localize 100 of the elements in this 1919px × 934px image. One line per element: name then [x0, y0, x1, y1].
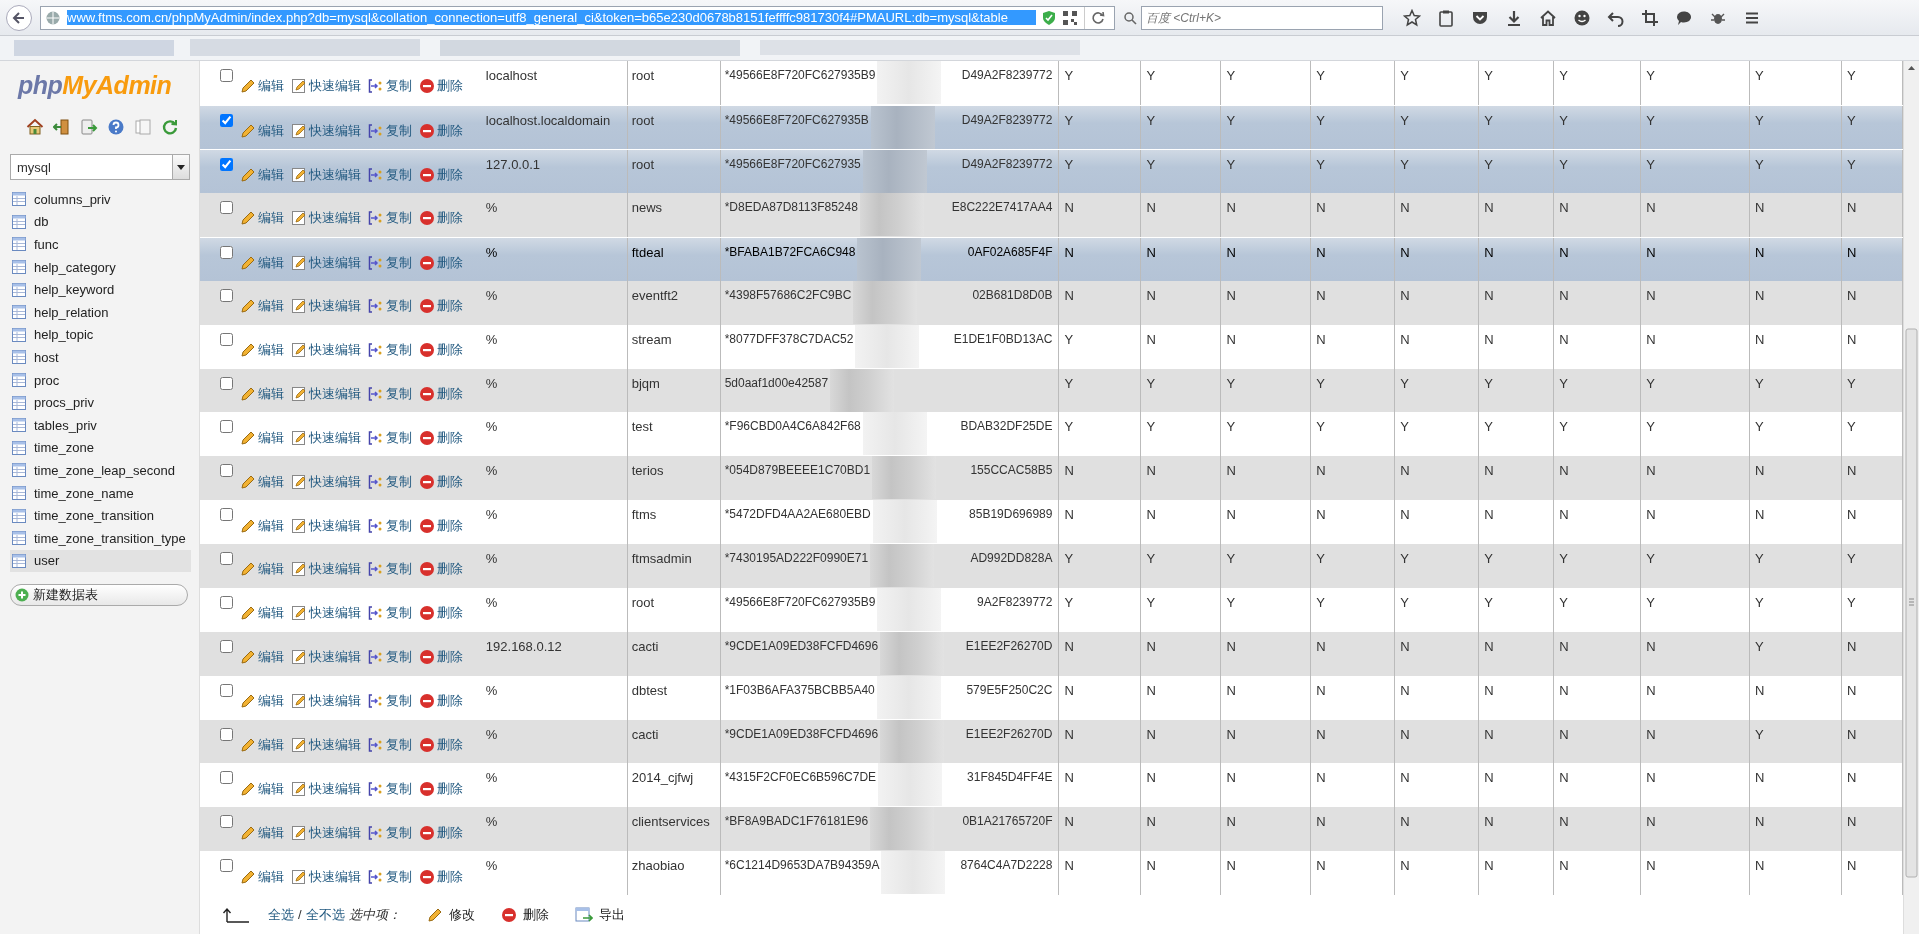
row-checkbox[interactable]	[220, 552, 233, 565]
edit-link[interactable]: 编辑	[240, 638, 284, 676]
delete-link[interactable]: 删除	[419, 156, 463, 193]
copy-link[interactable]: 复制	[368, 419, 412, 457]
row-checkbox[interactable]	[220, 420, 233, 434]
delete-link[interactable]: 删除	[419, 551, 463, 588]
download-icon[interactable]	[1505, 8, 1523, 27]
copy-link[interactable]: 复制	[368, 551, 412, 588]
delete-link[interactable]: 删除	[419, 638, 463, 676]
edit-link[interactable]: 编辑	[240, 507, 284, 544]
copy-link[interactable]: 复制	[368, 814, 412, 852]
back-button[interactable]	[6, 4, 32, 31]
quick-edit-link[interactable]: 快速编辑	[291, 244, 361, 281]
quick-edit-link[interactable]: 快速编辑	[291, 156, 361, 193]
delete-link[interactable]: 删除	[419, 112, 463, 149]
edit-link[interactable]: 编辑	[240, 244, 284, 281]
edit-link[interactable]: 编辑	[240, 287, 284, 325]
copy-link[interactable]: 复制	[368, 638, 412, 676]
delete-link[interactable]: 删除	[419, 375, 463, 413]
clipboard-icon[interactable]	[1437, 8, 1455, 27]
home-icon[interactable]	[1539, 8, 1557, 27]
delete-selected-button[interactable]: 删除	[500, 906, 549, 923]
edit-link[interactable]: 编辑	[240, 594, 284, 632]
edit-link[interactable]: 编辑	[240, 68, 284, 105]
table-list-item[interactable]: func	[10, 233, 191, 256]
edit-link[interactable]: 编辑	[240, 770, 284, 808]
edit-link[interactable]: 编辑	[240, 858, 284, 895]
table-list-item[interactable]: help_category	[10, 255, 191, 279]
table-row[interactable]: 编辑 快速编辑 复制 删除 192.168.0.12 cacti *9CDE1A09ED38FCFD4696 E1EE2F26270D N N N N N N N N Y N	[200, 631, 1903, 676]
edit-link[interactable]: 编辑	[240, 682, 284, 720]
quick-edit-link[interactable]: 快速编辑	[291, 594, 361, 632]
table-row[interactable]: 编辑 快速编辑 复制 删除 localhost root *49566E8F720FC627935B9 D49A2F8239772 Y Y Y Y Y Y Y Y Y Y	[200, 61, 1903, 105]
table-list-item[interactable]: tables_priv	[10, 413, 191, 437]
quick-edit-link[interactable]: 快速编辑	[291, 858, 361, 895]
delete-link[interactable]: 删除	[419, 463, 463, 501]
edit-link[interactable]: 编辑	[240, 199, 284, 237]
edit-link[interactable]: 编辑	[240, 375, 284, 413]
delete-link[interactable]: 删除	[419, 858, 463, 895]
row-checkbox[interactable]	[220, 727, 233, 741]
row-checkbox[interactable]	[220, 508, 233, 522]
edit-link[interactable]: 编辑	[240, 814, 284, 852]
table-list-item[interactable]: user	[10, 549, 191, 573]
search-field[interactable]: 百度 <Ctrl+K>	[1141, 5, 1383, 30]
sql-icon[interactable]	[80, 118, 98, 136]
quick-edit-link[interactable]: 快速编辑	[291, 68, 361, 105]
quick-edit-link[interactable]: 快速编辑	[291, 726, 361, 764]
copy-link[interactable]: 复制	[368, 682, 412, 720]
table-row[interactable]: 编辑 快速编辑 复制 删除 % ftdeal *BFABA1B72FCA6C948 0AF02A685F4F N N N N N N N N N N	[200, 236, 1903, 281]
table-list-item[interactable]: db	[10, 210, 191, 234]
reload-icon[interactable]	[161, 118, 179, 136]
copy-link[interactable]: 复制	[368, 244, 412, 281]
edit-link[interactable]: 编辑	[240, 463, 284, 501]
copy-link[interactable]: 复制	[368, 463, 412, 501]
table-row[interactable]: 编辑 快速编辑 复制 删除 % bjqm 5d0aaf1d00e42587 Y Y Y Y Y Y Y Y Y Y	[200, 368, 1903, 413]
copy-link[interactable]: 复制	[368, 858, 412, 895]
quick-edit-link[interactable]: 快速编辑	[291, 419, 361, 457]
smiley-icon[interactable]	[1573, 8, 1591, 27]
copy-link[interactable]: 复制	[368, 287, 412, 325]
star-icon[interactable]	[1403, 8, 1421, 27]
row-checkbox[interactable]	[220, 771, 233, 785]
edit-link[interactable]: 编辑	[240, 419, 284, 457]
table-row[interactable]: 编辑 快速编辑 复制 删除 % ftmsadmin *7430195AD222F0990E71 AD992DD828A Y Y Y Y Y Y Y Y Y Y	[200, 544, 1903, 588]
new-table-button[interactable]: 新建数据表	[10, 584, 188, 607]
table-list-item[interactable]: help_keyword	[10, 278, 191, 301]
delete-link[interactable]: 删除	[419, 594, 463, 632]
copy-link[interactable]: 复制	[368, 770, 412, 808]
copy-link[interactable]: 复制	[368, 375, 412, 413]
copy-link[interactable]: 复制	[368, 507, 412, 544]
select-all-link[interactable]: 全选	[268, 906, 294, 923]
table-list-item[interactable]: proc	[10, 368, 191, 392]
delete-link[interactable]: 删除	[419, 199, 463, 237]
table-row[interactable]: 编辑 快速编辑 复制 删除 % news *D8EDA87D8113F85248 E8C222E7417AA4 N N N N N N N N N N	[200, 192, 1903, 237]
quick-edit-link[interactable]: 快速编辑	[291, 551, 361, 588]
row-checkbox[interactable]	[220, 639, 233, 653]
table-row[interactable]: 编辑 快速编辑 复制 删除 % stream *8077DFF378C7DAC52 E1DE1F0BD13AC Y N N N N N N N N N	[200, 324, 1903, 369]
quick-edit-link[interactable]: 快速编辑	[291, 331, 361, 369]
table-list-item[interactable]: host	[10, 346, 191, 369]
table-list-item[interactable]: time_zone_transition_type	[10, 526, 191, 550]
edit-link[interactable]: 编辑	[240, 156, 284, 193]
quick-edit-link[interactable]: 快速编辑	[291, 199, 361, 237]
table-list-item[interactable]: time_zone_transition	[10, 504, 191, 527]
table-row[interactable]: 编辑 快速编辑 复制 删除 % terios *054D879BEEEE1C70BD1 155CCAC58B5 N N N N N N N N N N	[200, 456, 1903, 501]
quick-edit-link[interactable]: 快速编辑	[291, 638, 361, 676]
shield-icon[interactable]	[1042, 9, 1056, 26]
delete-link[interactable]: 删除	[419, 814, 463, 852]
table-row[interactable]: 编辑 快速编辑 复制 删除 % clientservices *BF8A9BADC1F76181E96 0B1A21765720F N N N N N N N N N N	[200, 807, 1903, 852]
row-checkbox[interactable]	[220, 69, 233, 82]
row-checkbox[interactable]	[220, 245, 233, 259]
quick-edit-link[interactable]: 快速编辑	[291, 814, 361, 852]
copy-link[interactable]: 复制	[368, 199, 412, 237]
row-checkbox[interactable]	[220, 332, 233, 346]
row-checkbox[interactable]	[220, 200, 233, 214]
row-checkbox[interactable]	[220, 859, 233, 873]
table-list-item[interactable]: help_topic	[10, 323, 191, 347]
row-checkbox[interactable]	[220, 595, 233, 609]
table-row[interactable]: 编辑 快速编辑 复制 删除 % dbtest *1F03B6AFA375BCBB5A40 579E5F250C2C N N N N N N N N N N	[200, 675, 1903, 720]
database-select[interactable]: mysql	[10, 154, 190, 180]
edit-link[interactable]: 编辑	[240, 331, 284, 369]
table-row[interactable]: 编辑 快速编辑 复制 删除 % root *49566E8F720FC627935B9 9A2F8239772 Y Y Y Y Y Y Y Y Y Y	[200, 587, 1903, 632]
delete-link[interactable]: 删除	[419, 770, 463, 808]
